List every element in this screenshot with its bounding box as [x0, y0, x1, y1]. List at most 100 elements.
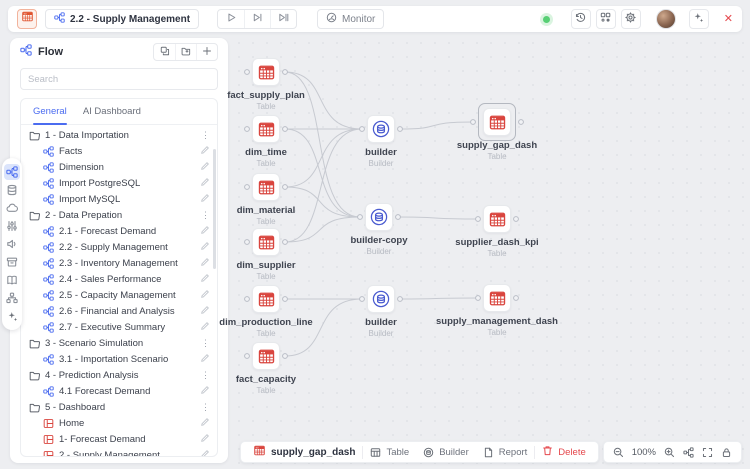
tree-folder-4-prediction-analysis[interactable]: 4 - Prediction Analysis⋮ — [21, 367, 217, 383]
apps-button[interactable] — [596, 9, 616, 29]
app-logo-icon[interactable] — [17, 9, 37, 29]
table-icon — [257, 120, 276, 139]
run-button-group — [217, 9, 297, 29]
lock-icon[interactable] — [721, 447, 732, 458]
apps-icon — [600, 10, 611, 28]
tree-item-facts[interactable]: Facts — [21, 143, 217, 159]
settings-button[interactable] — [621, 9, 641, 29]
tree-item-home[interactable]: Home — [21, 415, 217, 431]
edit-icon[interactable] — [200, 350, 210, 368]
copy-icon — [160, 43, 170, 61]
fit-flow-icon[interactable] — [683, 447, 694, 458]
run-icon — [226, 10, 237, 28]
tree-item-2-5-capacity-management[interactable]: 2.5 - Capacity Management — [21, 287, 217, 303]
node-type-label: Table — [196, 102, 336, 111]
tree-item-dimension[interactable]: Dimension — [21, 159, 217, 175]
tree-item-label: 3 - Scenario Simulation — [45, 338, 196, 349]
top-toolbar: 2.2 - Supply Management Monitor ✕ — [8, 6, 742, 32]
tree-item-label: Dimension — [59, 162, 195, 173]
builder-icon — [369, 207, 389, 227]
current-flow-button[interactable]: 2.2 - Supply Management — [45, 9, 199, 29]
sidebar-panel: General AI Dashboard 1 - Data Importation… — [20, 98, 218, 457]
node-type-label: Table — [427, 328, 567, 337]
tree-item-label: Home — [59, 418, 195, 429]
user-avatar[interactable] — [656, 9, 676, 29]
tree-item-label: 4 - Prediction Analysis — [45, 370, 196, 381]
monitor-button[interactable]: Monitor — [317, 9, 384, 29]
tree-item-label: 1 - Data Importation — [45, 130, 196, 141]
node-dim_supplier[interactable] — [252, 228, 280, 256]
zoom-in-icon[interactable] — [664, 447, 675, 458]
more-icon[interactable]: ⋮ — [201, 130, 210, 141]
table-icon — [257, 347, 276, 366]
tree-item-import-mysql[interactable]: Import MySQL — [21, 191, 217, 207]
node-fact_capacity[interactable] — [252, 342, 280, 370]
node-supplier_dash_kpi[interactable] — [483, 205, 511, 233]
toolstrip-hierarchy-icon[interactable] — [4, 290, 20, 306]
selected-node-chip[interactable]: supply_gap_dash — [246, 444, 362, 460]
node-builder_top[interactable] — [367, 115, 395, 143]
node-dim_material[interactable] — [252, 173, 280, 201]
copy-button[interactable] — [154, 44, 175, 60]
edit-icon[interactable] — [200, 446, 210, 456]
node-supply_gap_dash[interactable] — [483, 108, 511, 136]
tree-item-4-1-forecast-demand[interactable]: 4.1 Forecast Demand — [21, 383, 217, 399]
tree-folder-1-data-importation[interactable]: 1 - Data Importation ⋮ — [21, 127, 217, 143]
add-icon — [202, 43, 212, 61]
builder-outline-icon — [423, 447, 434, 458]
node-type-label: Table — [196, 272, 336, 281]
node-builder_bottom[interactable] — [367, 285, 395, 313]
tree-item-2-supply-management[interactable]: 2 - Supply Management — [21, 447, 217, 456]
run-button[interactable] — [218, 10, 244, 28]
monitor-label: Monitor — [342, 14, 375, 25]
delete-button[interactable]: Delete — [535, 445, 592, 459]
toolstrip-flow-icon[interactable] — [4, 164, 20, 180]
tab-general[interactable]: General — [33, 99, 67, 124]
toolstrip-speaker-icon[interactable] — [4, 236, 20, 252]
tree-item-1-forecast-demand[interactable]: 1- Forecast Demand — [21, 431, 217, 447]
table-button[interactable]: Table — [363, 447, 416, 458]
tree-folder-2-data-prepation[interactable]: 2 - Data Prepation⋮ — [21, 207, 217, 223]
tree-item-2-2-supply-management[interactable]: 2.2 - Supply Management — [21, 239, 217, 255]
toolstrip-cloud-icon[interactable] — [4, 200, 20, 216]
toolstrip-sparkles-icon[interactable] — [4, 308, 20, 324]
node-fact_supply_plan[interactable] — [252, 58, 280, 86]
fullscreen-icon[interactable] — [702, 447, 713, 458]
add-button[interactable] — [196, 44, 217, 60]
flow-icon — [43, 162, 54, 173]
node-dim_time[interactable] — [252, 115, 280, 143]
toolstrip-sliders-icon[interactable] — [4, 218, 20, 234]
node-supply_management_dash[interactable] — [483, 284, 511, 312]
toolstrip-archive-icon[interactable] — [4, 254, 20, 270]
tree-item-2-7-executive-summary[interactable]: 2.7 - Executive Summary — [21, 319, 217, 335]
ai-assistant-button[interactable] — [689, 9, 709, 29]
tree-item-2-6-financial-and-analysis[interactable]: 2.6 - Financial and Analysis — [21, 303, 217, 319]
node-builder_copy[interactable] — [365, 203, 393, 231]
toolstrip-book-icon[interactable] — [4, 272, 20, 288]
tree-folder-3-scenario-simulation[interactable]: 3 - Scenario Simulation ⋮ — [21, 335, 217, 351]
add-folder-button[interactable] — [175, 44, 196, 60]
tree-item-label: 1- Forecast Demand — [59, 434, 195, 445]
history-button[interactable] — [571, 9, 591, 29]
tree-item-2-4-sales-performance[interactable]: 2.4 - Sales Performance — [21, 271, 217, 287]
more-icon[interactable]: ⋮ — [201, 338, 210, 349]
report-button[interactable]: Report — [476, 447, 535, 458]
tree-item-2-1-forecast-demand[interactable]: 2.1 - Forecast Demand — [21, 223, 217, 239]
toolstrip-database-icon[interactable] — [4, 182, 20, 198]
run-pause-button[interactable] — [270, 10, 296, 28]
builder-button[interactable]: Builder — [416, 447, 476, 458]
tab-ai-dashboard[interactable]: AI Dashboard — [83, 99, 141, 124]
zoom-out-icon[interactable] — [613, 447, 624, 458]
tree-folder-5-dashboard[interactable]: 5 - Dashboard⋮ — [21, 399, 217, 415]
tree-item-import-postgresql[interactable]: Import PostgreSQL — [21, 175, 217, 191]
tree-item-2-3-inventory-management[interactable]: 2.3 - Inventory Management — [21, 255, 217, 271]
tree-item-3-1-importation-scenario[interactable]: 3.1 - Importation Scenario — [21, 351, 217, 367]
search-input[interactable] — [20, 68, 218, 90]
close-icon[interactable]: ✕ — [724, 14, 733, 25]
table-icon — [488, 289, 507, 308]
run-step-button[interactable] — [244, 10, 270, 28]
tree-item-label: 2.7 - Executive Summary — [59, 322, 195, 333]
more-icon[interactable]: ⋮ — [201, 402, 210, 413]
node-dim_production_line[interactable] — [252, 285, 280, 313]
flow-icon — [54, 12, 65, 26]
